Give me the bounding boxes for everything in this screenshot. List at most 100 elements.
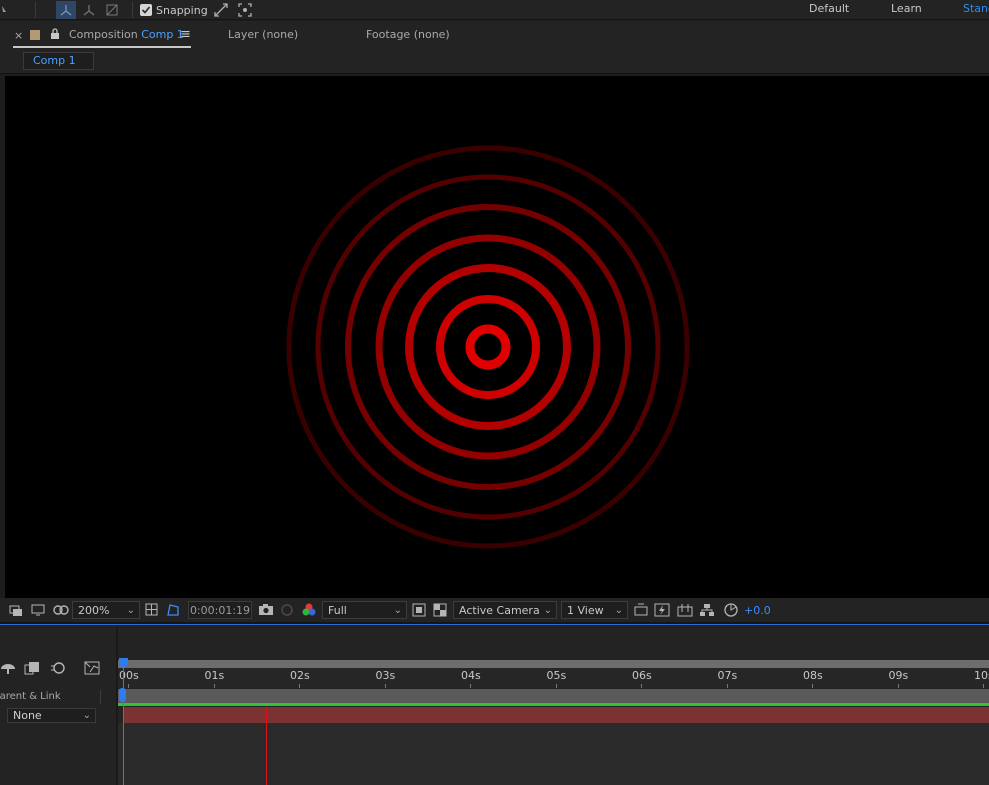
axis-local-icon[interactable] <box>56 0 76 20</box>
ruler-label: 01s <box>204 669 225 682</box>
workspace-learn[interactable]: Learn <box>891 0 922 20</box>
ruler-label: 09s <box>888 669 909 682</box>
tab-layer[interactable]: Layer (none) <box>228 28 298 41</box>
work-area-bar[interactable] <box>118 689 989 703</box>
current-time-indicator[interactable] <box>123 668 124 785</box>
channel-rgb-icon[interactable] <box>301 601 317 619</box>
render-cache-indicator <box>118 703 989 706</box>
monitor-icon[interactable] <box>31 601 45 619</box>
ruler-tick <box>726 684 728 688</box>
timeline-focus-line <box>0 624 989 625</box>
viewer-controls-bar: 200% ⌄ 0:00:01:19 Full ⌄ Active Camera ⌄… <box>0 598 989 622</box>
timeline-track-area[interactable] <box>118 723 989 785</box>
composition-color-swatch <box>30 30 40 40</box>
panel-menu-icon[interactable]: ≡ <box>180 27 191 42</box>
snapping-label: Snapping <box>156 3 208 17</box>
tab-composition-name: Comp 1 <box>141 28 184 41</box>
ruler-tick <box>983 684 984 688</box>
chevron-down-icon: ⌄ <box>126 604 135 616</box>
resolution-dropdown[interactable]: Full ⌄ <box>322 601 407 619</box>
toggle-pixel-aspect-icon[interactable] <box>633 601 649 619</box>
timeline-icon[interactable] <box>677 601 693 619</box>
workspace-standard[interactable]: Standard <box>963 0 989 20</box>
always-preview-icon[interactable] <box>9 601 23 619</box>
view-layout-dropdown[interactable]: 1 View ⌄ <box>561 601 628 619</box>
chevron-down-icon: ⌄ <box>82 710 91 721</box>
snapshot-camera-icon[interactable] <box>258 601 274 619</box>
snap-edges-icon[interactable] <box>213 0 229 20</box>
selection-tool-fragment[interactable] <box>0 0 10 20</box>
ruler-label: 06s <box>632 669 652 682</box>
breadcrumb[interactable]: Comp 1 <box>23 52 94 70</box>
parent-link-column-header: Parent & Link <box>0 691 61 702</box>
frame-blending-icon[interactable] <box>24 660 40 676</box>
zoom-value: 200% <box>78 603 110 617</box>
ruler-label: 00s <box>119 669 139 682</box>
active-tab-underline <box>13 46 191 48</box>
axis-view-icon[interactable] <box>104 0 120 20</box>
tab-footage[interactable]: Footage (none) <box>366 28 450 41</box>
column-divider[interactable] <box>100 690 101 704</box>
ring <box>315 174 661 520</box>
fast-previews-icon[interactable] <box>654 601 670 619</box>
zoom-dropdown[interactable]: 200% ⌄ <box>72 601 140 619</box>
ruler-tick <box>299 684 300 688</box>
work-area-start-handle[interactable] <box>119 688 126 702</box>
breadcrumb-row: Comp 1 <box>0 50 989 74</box>
parent-dropdown[interactable]: None ⌄ <box>7 708 96 723</box>
tools-toolbar: Snapping Default Learn Standard <box>0 0 989 20</box>
ruler-label: 07s <box>717 669 738 682</box>
chevron-down-icon: ⌄ <box>614 604 623 616</box>
shy-layers-icon[interactable] <box>0 660 16 676</box>
ruler-label: 03s <box>375 669 396 682</box>
ring <box>345 204 631 490</box>
motion-blur-icon[interactable] <box>50 660 66 676</box>
snapping-checkbox[interactable] <box>140 4 152 16</box>
toolbar-divider <box>132 2 133 18</box>
transparency-grid-icon[interactable] <box>433 601 447 619</box>
camera-view-dropdown[interactable]: Active Camera ⌄ <box>453 601 557 619</box>
panel-tab-bar: × Composition Comp 1 ≡ Layer (none) Foot… <box>0 21 989 50</box>
layer-duration-bar[interactable] <box>124 707 989 723</box>
show-snapshot-icon[interactable] <box>280 601 294 619</box>
region-of-interest-icon[interactable] <box>412 601 426 619</box>
ruler-tick <box>812 684 813 688</box>
title-action-safe-icon[interactable] <box>144 601 160 619</box>
concentric-rings-render <box>286 145 690 549</box>
ruler-tick <box>128 684 129 688</box>
ruler-label: 08s <box>803 669 823 682</box>
ring <box>465 324 511 370</box>
toolbar-divider <box>35 2 36 18</box>
mask-path-icon[interactable] <box>165 601 181 619</box>
current-time-display[interactable]: 0:00:01:19 <box>188 601 252 619</box>
camera-view-value: Active Camera <box>459 603 540 617</box>
ring <box>405 264 571 430</box>
close-icon[interactable]: × <box>14 29 23 42</box>
ruler-label: 04s <box>461 669 481 682</box>
playhead-icon[interactable] <box>119 658 128 669</box>
mask-visibility-icon[interactable] <box>53 601 69 619</box>
composition-viewer[interactable] <box>5 76 989 598</box>
resolution-value: Full <box>328 603 347 617</box>
lock-icon[interactable] <box>50 28 60 43</box>
graph-editor-icon[interactable] <box>84 660 100 676</box>
flowchart-icon[interactable] <box>699 601 715 619</box>
parent-value: None <box>13 709 42 722</box>
exposure-value[interactable]: +0.0 <box>744 601 771 619</box>
ruler-tick <box>641 684 642 688</box>
tab-composition-prefix: Composition <box>69 28 138 41</box>
ruler-tick <box>470 684 471 688</box>
reset-exposure-icon[interactable] <box>723 601 739 619</box>
view-layout-value: 1 View <box>567 603 604 617</box>
snapping-toggle[interactable]: Snapping <box>140 0 208 20</box>
chevron-down-icon: ⌄ <box>393 604 402 616</box>
ruler-tick <box>897 684 899 688</box>
ruler-tick <box>555 684 557 688</box>
ruler-label: 05s <box>546 669 567 682</box>
time-navigator-bar[interactable] <box>118 660 989 668</box>
snap-features-icon[interactable] <box>237 0 253 20</box>
ruler-label: 02s <box>290 669 310 682</box>
axis-world-icon[interactable] <box>82 0 96 20</box>
tab-composition[interactable]: Composition Comp 1 <box>69 28 184 41</box>
workspace-default[interactable]: Default <box>809 0 849 20</box>
